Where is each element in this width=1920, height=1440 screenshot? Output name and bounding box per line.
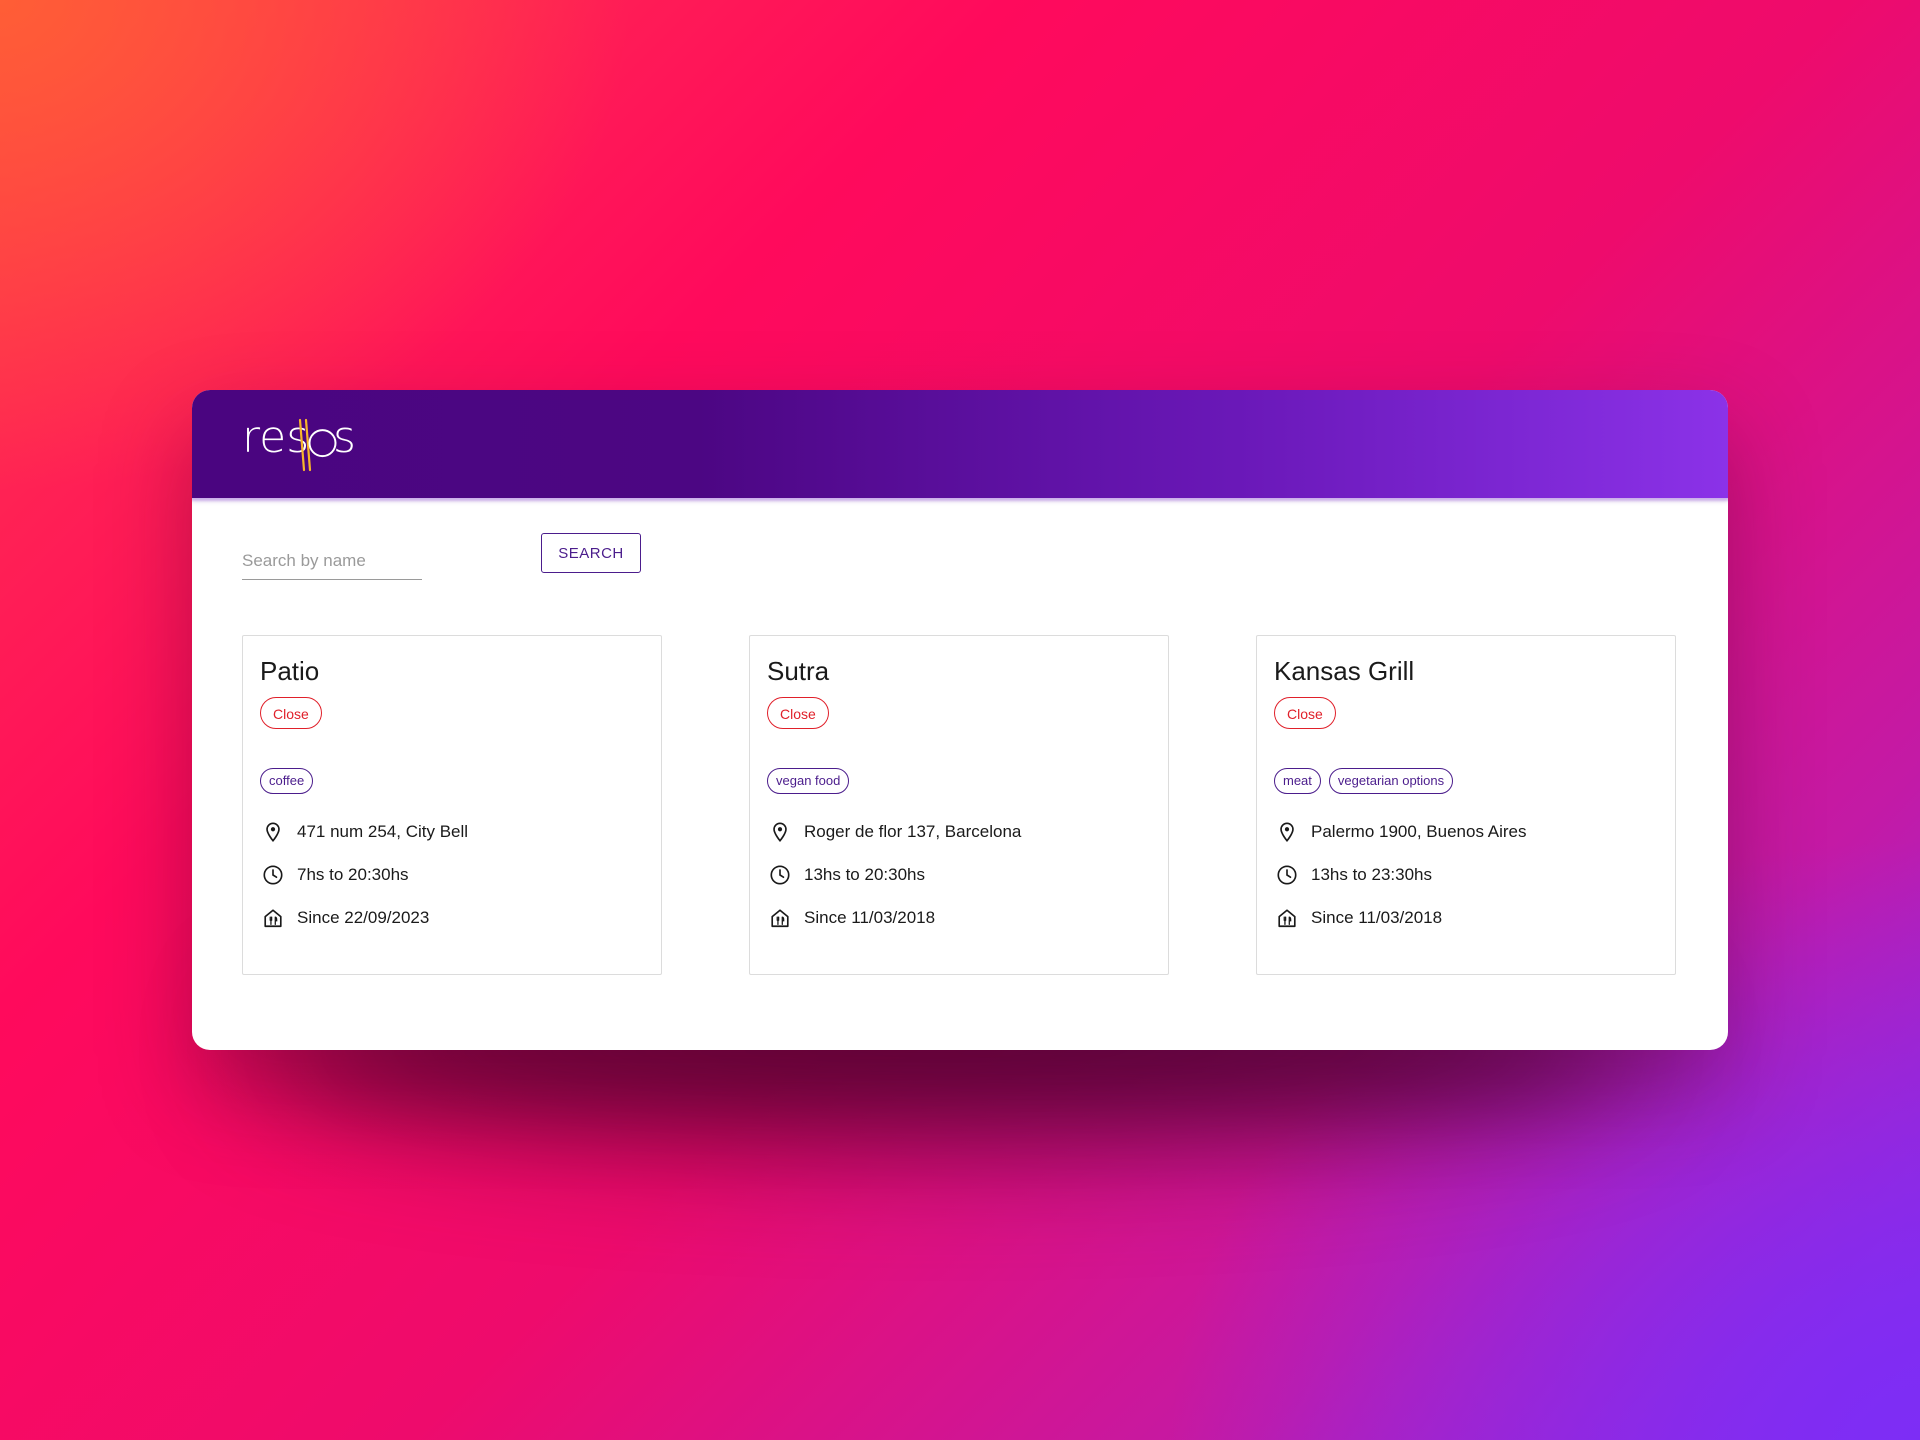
address-row: 471 num 254, City Bell: [260, 819, 468, 845]
restaurant-building-icon: [1274, 905, 1300, 931]
clock-icon: [767, 862, 793, 888]
app-logo[interactable]: res s: [242, 412, 362, 474]
tag-chip[interactable]: coffee: [260, 768, 314, 794]
app-header: res s: [192, 390, 1728, 502]
tag-chip[interactable]: vegetarian options: [1328, 768, 1454, 794]
app-window: res s SEARCH Patio Close coffee 471 num: [192, 390, 1728, 1050]
restaurant-list: Patio Close coffee 471 num 254, City Bel…: [242, 635, 1676, 975]
tag-list: coffee: [260, 768, 314, 794]
since-text: Since 11/03/2018: [804, 908, 936, 927]
restaurant-name: Patio: [260, 656, 320, 686]
address-text: Roger de flor 137, Barcelona: [804, 822, 1022, 841]
restaurant-card[interactable]: Kansas Grill Close meat vegetarian optio…: [1256, 635, 1676, 975]
tag-list: vegan food: [767, 768, 850, 794]
logo-letter-o: [308, 429, 337, 458]
since-row: Since 11/03/2018: [767, 905, 935, 931]
hours-row: 13hs to 20:30hs: [767, 862, 925, 888]
search-input[interactable]: [242, 543, 422, 580]
restaurant-name: Sutra: [767, 656, 830, 686]
hours-text: 7hs to 20:30hs: [297, 865, 409, 884]
address-text: 471 num 254, City Bell: [297, 822, 469, 841]
hours-text: 13hs to 23:30hs: [1311, 865, 1432, 884]
restaurant-building-icon: [767, 905, 793, 931]
status-badge: Close: [260, 697, 322, 729]
location-pin-icon: [260, 819, 286, 845]
clock-icon: [260, 862, 286, 888]
restaurant-name: Kansas Grill: [1274, 656, 1415, 686]
search-button[interactable]: SEARCH: [541, 533, 641, 573]
since-text: Since 11/03/2018: [1311, 908, 1443, 927]
status-badge: Close: [767, 697, 829, 729]
location-pin-icon: [767, 819, 793, 845]
restaurant-building-icon: [260, 905, 286, 931]
address-text: Palermo 1900, Buenos Aires: [1311, 822, 1527, 841]
restaurant-card[interactable]: Patio Close coffee 471 num 254, City Bel…: [242, 635, 662, 975]
clock-icon: [1274, 862, 1300, 888]
tag-chip[interactable]: meat: [1274, 768, 1321, 794]
status-badge: Close: [1274, 697, 1336, 729]
since-row: Since 11/03/2018: [1274, 905, 1442, 931]
since-row: Since 22/09/2023: [260, 905, 429, 931]
hours-row: 13hs to 23:30hs: [1274, 862, 1432, 888]
logo-text-right: s: [333, 412, 356, 463]
address-row: Palermo 1900, Buenos Aires: [1274, 819, 1526, 845]
location-pin-icon: [1274, 819, 1300, 845]
address-row: Roger de flor 137, Barcelona: [767, 819, 1021, 845]
hours-text: 13hs to 20:30hs: [804, 865, 925, 884]
tag-chip[interactable]: vegan food: [767, 768, 850, 794]
restaurant-card[interactable]: Sutra Close vegan food Roger de flor 137…: [749, 635, 1169, 975]
since-text: Since 22/09/2023: [297, 908, 430, 927]
hours-row: 7hs to 20:30hs: [260, 862, 409, 888]
tag-list: meat vegetarian options: [1274, 768, 1454, 794]
